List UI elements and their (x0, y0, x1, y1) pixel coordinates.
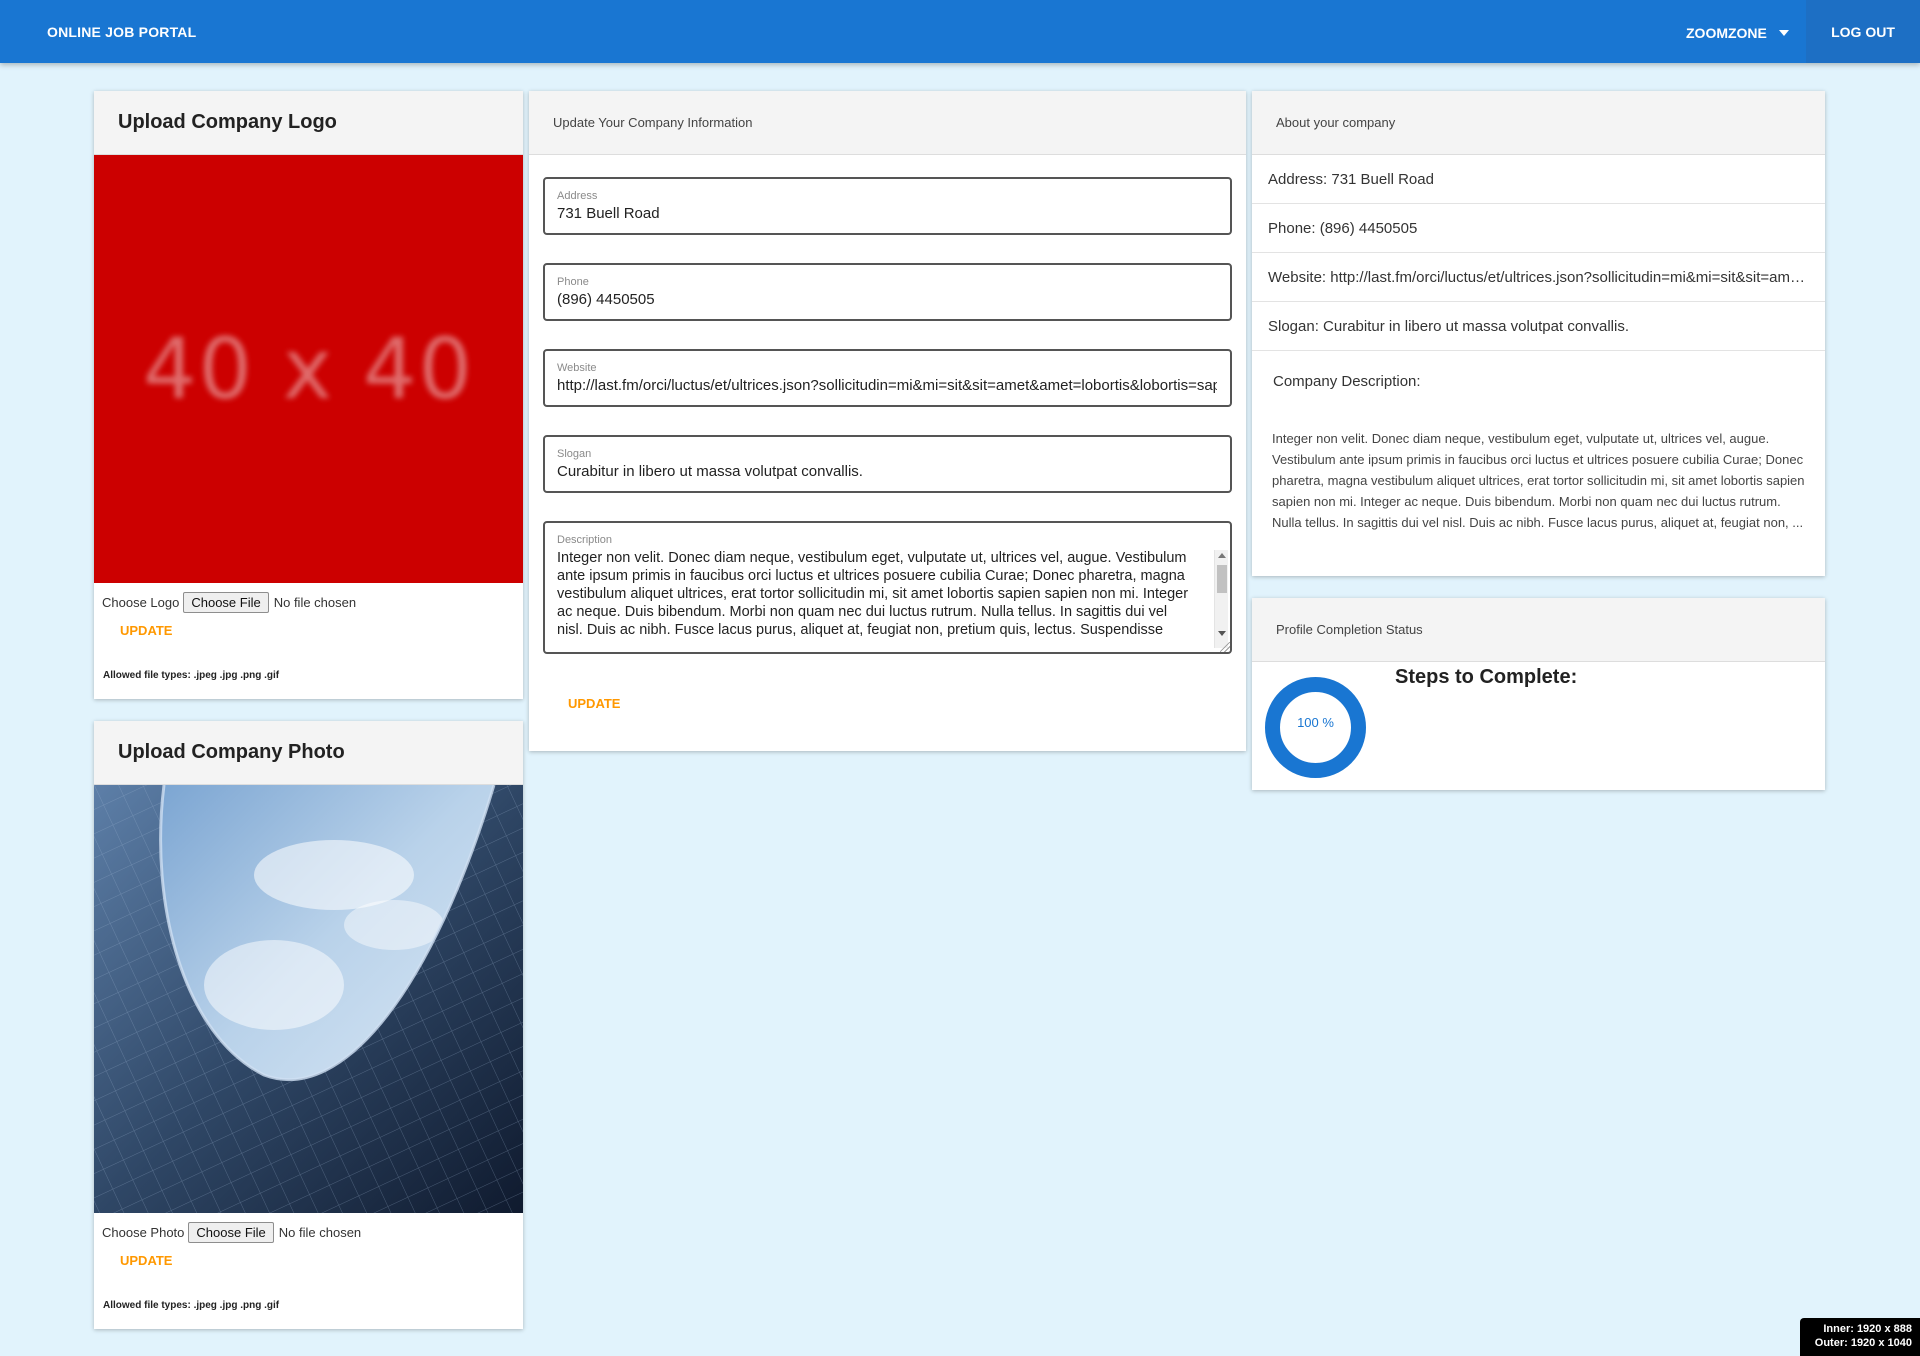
logo-placeholder-text: 40 x 40 (143, 320, 474, 418)
company-info-form-card: Update Your Company Information Address … (529, 91, 1246, 751)
steps-heading: Steps to Complete: (1395, 666, 1578, 688)
phone-field[interactable]: Phone (543, 263, 1232, 321)
viewport-size-badge: Inner: 1920 x 888 Outer: 1920 x 1040 (1800, 1318, 1920, 1356)
card-header: Upload Company Logo (94, 91, 523, 155)
logo-preview-image: 40 x 40 (94, 155, 523, 583)
address-field[interactable]: Address (543, 177, 1232, 235)
about-address-text: Address: 731 Buell Road (1268, 170, 1434, 188)
user-name: ZOOMZONE (1686, 25, 1767, 41)
card-title: Update Your Company Information (553, 115, 753, 130)
scroll-up-icon[interactable] (1218, 553, 1226, 558)
scroll-thumb[interactable] (1217, 565, 1227, 593)
inner-size-text: Inner: 1920 x 888 (1823, 1323, 1912, 1335)
description-textarea[interactable]: Integer non velit. Donec diam neque, ves… (557, 549, 1193, 641)
card-title: Upload Company Photo (118, 741, 345, 763)
logo-allowed-types: Allowed file types: .jpeg .jpg .png .gif (103, 670, 280, 681)
description-field[interactable]: Description Integer non velit. Donec dia… (543, 521, 1232, 654)
choose-photo-file-button[interactable]: Choose File (188, 1222, 274, 1243)
card-header: Upload Company Photo (94, 721, 523, 785)
logo-file-input-row: Choose Logo Choose File No file chosen (94, 583, 523, 613)
update-logo-button[interactable]: UPDATE (120, 623, 172, 638)
about-phone-text: Phone: (896) 4450505 (1268, 219, 1418, 237)
top-navbar: ONLINE JOB PORTAL ZOOMZONE LOG OUT (0, 0, 1920, 63)
choose-photo-label: Choose Photo (102, 1225, 185, 1240)
website-input[interactable] (557, 377, 1217, 394)
user-dropdown[interactable]: ZOOMZONE (1686, 25, 1789, 41)
description-label: Description (557, 534, 613, 546)
slogan-input[interactable] (557, 463, 1217, 480)
photo-allowed-types: Allowed file types: .jpeg .jpg .png .gif (103, 1300, 280, 1311)
card-title: Profile Completion Status (1276, 622, 1423, 637)
card-header: About your company (1252, 91, 1825, 155)
update-info-button[interactable]: UPDATE (568, 696, 620, 711)
address-label: Address (557, 190, 598, 202)
completion-percent: 100 % (1297, 715, 1334, 730)
logo-file-status: No file chosen (273, 595, 357, 610)
photo-file-status: No file chosen (278, 1225, 362, 1240)
card-header: Update Your Company Information (529, 91, 1246, 155)
upload-photo-card: Upload Company Photo Choose Photo Choose… (94, 721, 523, 1329)
update-photo-button[interactable]: UPDATE (120, 1253, 172, 1268)
choose-logo-label: Choose Logo (102, 595, 180, 610)
phone-label: Phone (557, 276, 589, 288)
card-title: About your company (1276, 115, 1396, 130)
upload-logo-card: Upload Company Logo 40 x 40 Choose Logo … (94, 91, 523, 699)
company-description-heading: Company Description: (1273, 373, 1421, 390)
scroll-down-icon[interactable] (1218, 631, 1226, 636)
about-website-text: Website: http://last.fm/orci/luctus/et/u… (1268, 268, 1808, 286)
website-field[interactable]: Website (543, 349, 1232, 407)
slogan-field[interactable]: Slogan (543, 435, 1232, 493)
website-label: Website (557, 362, 597, 374)
card-title: Upload Company Logo (118, 111, 337, 133)
about-slogan: Slogan: Curabitur in libero ut massa vol… (1252, 302, 1825, 351)
slogan-label: Slogan (557, 448, 592, 460)
about-website: Website: http://last.fm/orci/luctus/et/u… (1252, 253, 1825, 302)
card-header: Profile Completion Status (1252, 598, 1825, 662)
about-address: Address: 731 Buell Road (1252, 155, 1825, 204)
phone-input[interactable] (557, 291, 1217, 308)
resize-handle-icon[interactable] (1220, 642, 1230, 652)
company-photo-image (94, 785, 523, 1213)
outer-size-text: Outer: 1920 x 1040 (1814, 1337, 1912, 1349)
caret-down-icon (1778, 30, 1789, 36)
about-phone: Phone: (896) 4450505 (1252, 204, 1825, 253)
description-scrollbar[interactable] (1214, 550, 1228, 648)
photo-file-input-row: Choose Photo Choose File No file chosen (94, 1213, 523, 1243)
choose-logo-file-button[interactable]: Choose File (183, 592, 269, 613)
company-description-text: Integer non velit. Donec diam neque, ves… (1272, 431, 1805, 530)
about-slogan-text: Slogan: Curabitur in libero ut massa vol… (1268, 317, 1630, 335)
profile-status-card: Profile Completion Status 100 % Steps to… (1252, 598, 1825, 790)
about-company-card: About your company Address: 731 Buell Ro… (1252, 91, 1825, 576)
brand-link[interactable]: ONLINE JOB PORTAL (47, 24, 196, 40)
logout-button[interactable]: LOG OUT (1806, 0, 1920, 63)
address-input[interactable] (557, 205, 1217, 222)
